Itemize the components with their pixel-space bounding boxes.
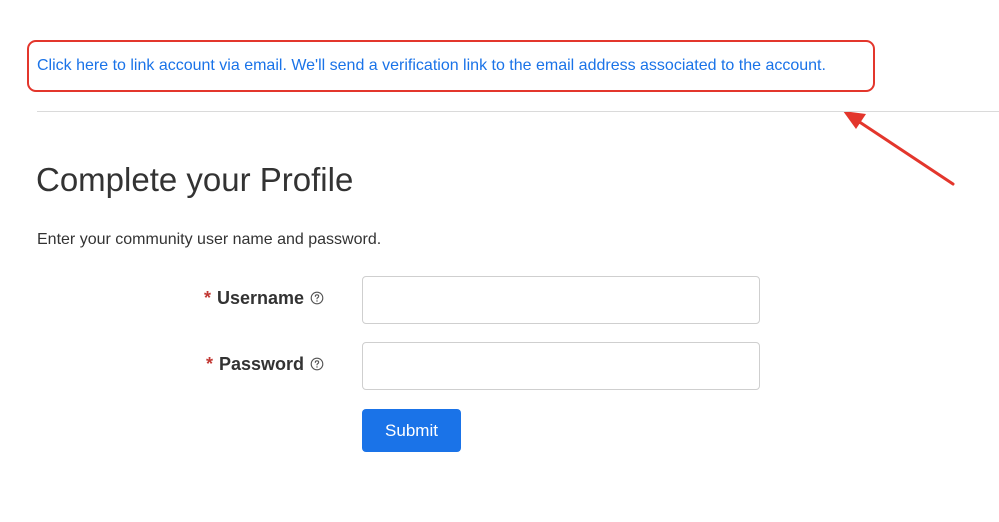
link-account-via-email-link[interactable]: Click here to link account via email. We… (37, 55, 826, 77)
username-input[interactable] (362, 276, 760, 324)
required-marker: * (203, 288, 211, 308)
required-marker: * (205, 354, 213, 374)
divider (37, 111, 999, 112)
username-label-text: Username (216, 288, 304, 308)
password-input[interactable] (362, 342, 760, 390)
submit-button[interactable]: Submit (362, 409, 461, 452)
password-label-text: Password (218, 354, 304, 374)
question-circle-icon[interactable] (310, 357, 324, 371)
question-circle-icon[interactable] (310, 291, 324, 305)
page-title: Complete your Profile (36, 161, 354, 198)
instructions-text: Enter your community user name and passw… (37, 231, 382, 248)
username-label: * Username (204, 286, 324, 310)
password-label: * Password (206, 352, 324, 376)
